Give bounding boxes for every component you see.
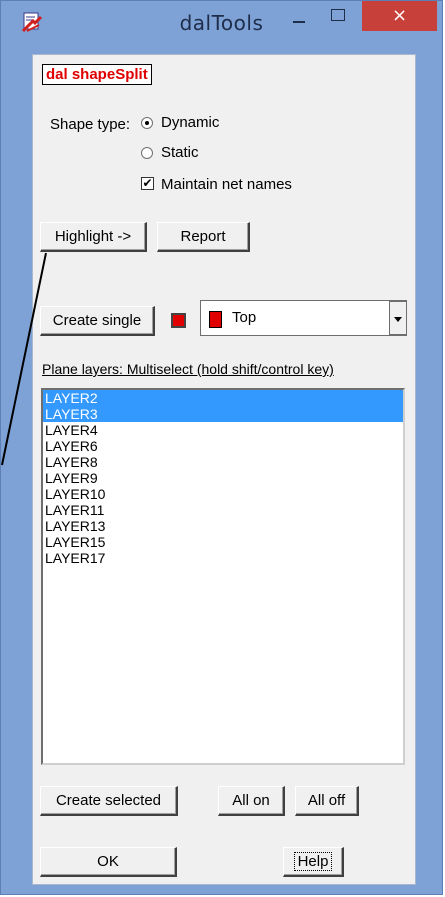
all-on-button[interactable]: All on <box>218 786 285 816</box>
maximize-icon[interactable] <box>331 9 345 21</box>
report-button[interactable]: Report <box>157 222 250 252</box>
highlight-button[interactable]: Highlight -> <box>40 222 147 252</box>
list-item[interactable]: LAYER17 <box>43 550 403 566</box>
layer-color-swatch <box>209 311 222 328</box>
daltools-window: dalTools × dal shapeSplit Shape type: Dy… <box>0 0 443 895</box>
dialog-client-area: dal shapeSplit Shape type: Dynamic Stati… <box>32 54 416 885</box>
plane-layers-label: Plane layers: Multiselect (hold shift/co… <box>42 361 334 377</box>
all-off-button[interactable]: All off <box>295 786 359 816</box>
close-button[interactable]: × <box>362 1 437 31</box>
list-item[interactable]: LAYER11 <box>43 502 403 518</box>
radio-dynamic[interactable] <box>141 117 153 129</box>
title-bar[interactable]: dalTools × <box>1 1 442 45</box>
radio-dynamic-label[interactable]: Dynamic <box>161 114 219 131</box>
layer-color-indicator <box>171 313 186 328</box>
help-button[interactable]: Help <box>283 847 344 877</box>
radio-static-label[interactable]: Static <box>161 144 199 161</box>
list-item[interactable]: LAYER15 <box>43 534 403 550</box>
list-item[interactable]: LAYER6 <box>43 438 403 454</box>
list-item[interactable]: LAYER13 <box>43 518 403 534</box>
list-item[interactable]: LAYER4 <box>43 422 403 438</box>
radio-static[interactable] <box>141 147 153 159</box>
help-button-label: Help <box>293 852 333 871</box>
layer-select-value: Top <box>232 309 257 326</box>
chevron-down-icon[interactable] <box>389 301 407 335</box>
tool-header-label: dal shapeSplit <box>42 64 152 85</box>
create-single-button[interactable]: Create single <box>40 306 155 336</box>
list-item[interactable]: LAYER10 <box>43 486 403 502</box>
list-item[interactable]: LAYER9 <box>43 470 403 486</box>
shape-type-label: Shape type: <box>50 116 131 133</box>
ok-button[interactable]: OK <box>40 847 177 877</box>
layer-select[interactable]: Top <box>200 300 407 336</box>
list-item[interactable]: LAYER2 <box>43 390 403 406</box>
maintain-net-names-label[interactable]: Maintain net names <box>161 176 292 193</box>
plane-layers-listbox[interactable]: LAYER2 LAYER3 LAYER4 LAYER6 LAYER8 LAYER… <box>41 388 405 765</box>
list-item[interactable]: LAYER3 <box>43 406 403 422</box>
create-selected-button[interactable]: Create selected <box>40 786 178 816</box>
minimize-icon[interactable] <box>293 21 305 23</box>
list-item[interactable]: LAYER8 <box>43 454 403 470</box>
maintain-net-names-checkbox[interactable]: ✔ <box>141 177 154 190</box>
